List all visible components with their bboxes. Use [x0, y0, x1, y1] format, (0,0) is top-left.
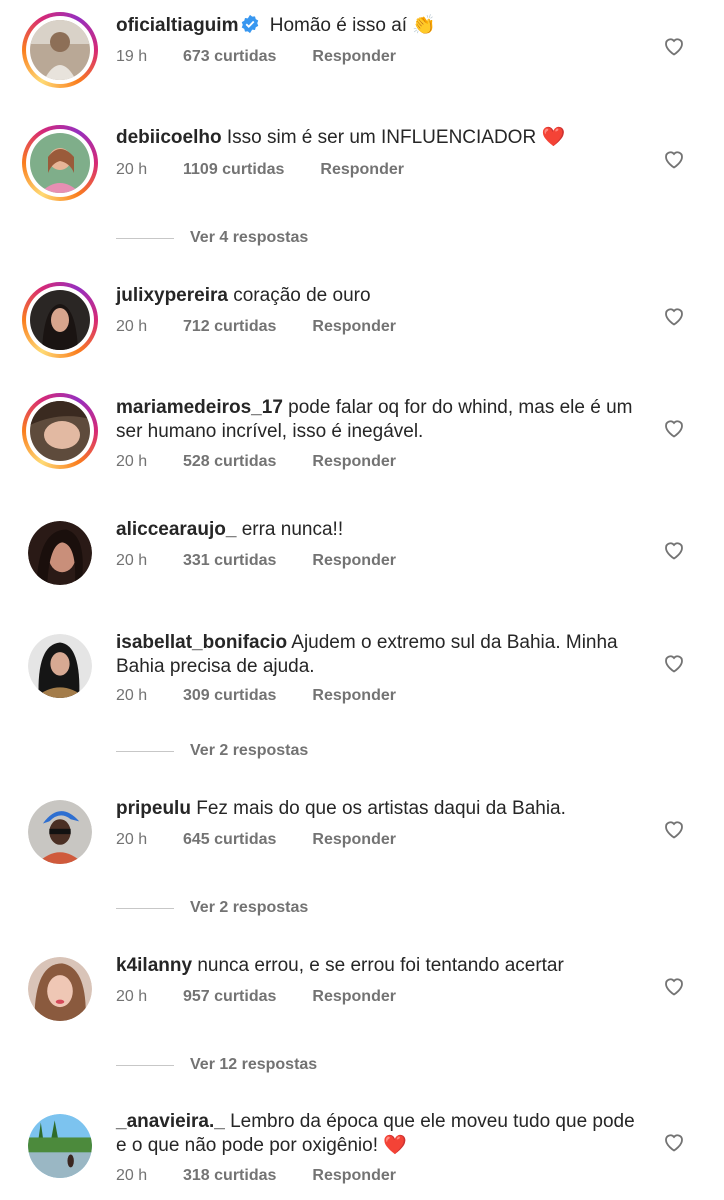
avatar-image: [28, 800, 92, 864]
comment-likes[interactable]: 1109 curtidas: [183, 161, 284, 179]
comment-time: 20 h: [116, 161, 148, 178]
heart-outline-icon[interactable]: [662, 304, 686, 328]
comment-username[interactable]: isabellat_bonifacio: [116, 632, 287, 653]
comment-time: 20 h: [116, 831, 148, 848]
reply-button[interactable]: Responder: [312, 453, 396, 471]
comment-likes[interactable]: 645 curtidas: [183, 831, 276, 849]
avatar[interactable]: [28, 1114, 92, 1178]
comment-time: 20 h: [116, 552, 148, 569]
view-replies-button[interactable]: Ver 12 respostas: [116, 1056, 317, 1074]
comment-likes[interactable]: 528 curtidas: [183, 453, 276, 471]
heart-outline-icon[interactable]: [662, 538, 686, 562]
comment-username[interactable]: k4ilanny: [116, 955, 192, 976]
avatar[interactable]: [28, 634, 92, 698]
comment-likes[interactable]: 957 curtidas: [183, 988, 276, 1006]
comment-username[interactable]: mariamedeiros_17: [116, 397, 283, 418]
reply-button[interactable]: Responder: [312, 552, 396, 570]
comment-username[interactable]: debiicoelho: [116, 127, 222, 148]
replies-divider: [116, 237, 174, 239]
avatar-story-ring[interactable]: [22, 12, 98, 88]
avatar-image: [28, 957, 92, 1021]
avatar-image: [28, 521, 92, 585]
view-replies-label: Ver 2 respostas: [190, 742, 309, 759]
comment-likes[interactable]: 318 curtidas: [183, 1167, 276, 1185]
comment-likes[interactable]: 712 curtidas: [183, 318, 276, 336]
heart-outline-icon[interactable]: [662, 416, 686, 440]
comment-text: Fez mais do que os artistas daqui da Bah…: [196, 798, 566, 819]
heart-outline-icon[interactable]: [662, 817, 686, 841]
comment-time: 20 h: [116, 453, 148, 470]
comment-time: 20 h: [116, 988, 148, 1005]
comment-text: Homão é isso aí 👏: [269, 15, 436, 36]
comment-likes[interactable]: 331 curtidas: [183, 552, 276, 570]
heart-outline-icon[interactable]: [662, 651, 686, 675]
reply-button[interactable]: Responder: [312, 831, 396, 849]
reply-button[interactable]: Responder: [312, 687, 396, 705]
heart-outline-icon[interactable]: [662, 1130, 686, 1154]
reply-button[interactable]: Responder: [312, 48, 396, 66]
view-replies-button[interactable]: Ver 4 respostas: [116, 229, 308, 247]
comment-text: nunca errou, e se errou foi tentando ace…: [197, 955, 564, 976]
comment-time: 20 h: [116, 687, 148, 704]
comment-likes[interactable]: 309 curtidas: [183, 687, 276, 705]
view-replies-label: Ver 12 respostas: [190, 1056, 318, 1073]
replies-divider: [116, 750, 174, 752]
avatar[interactable]: [28, 521, 92, 585]
avatar: [30, 133, 90, 193]
comment-text: erra nunca!!: [241, 519, 344, 540]
comment-time: 19 h: [116, 48, 148, 65]
avatar[interactable]: [28, 957, 92, 1021]
view-replies-button[interactable]: Ver 2 respostas: [116, 742, 308, 760]
replies-divider: [116, 907, 174, 909]
comment-text: coração de ouro: [233, 285, 371, 306]
reply-button[interactable]: Responder: [312, 988, 396, 1006]
avatar-story-ring[interactable]: [22, 282, 98, 358]
avatar-story-ring[interactable]: [22, 393, 98, 469]
avatar-image: [28, 634, 92, 698]
avatar-image: [28, 1114, 92, 1178]
heart-outline-icon[interactable]: [662, 147, 686, 171]
heart-outline-icon[interactable]: [662, 34, 686, 58]
avatar: [30, 20, 90, 80]
view-replies-label: Ver 4 respostas: [190, 229, 309, 246]
avatar: [30, 401, 90, 461]
reply-button[interactable]: Responder: [312, 1167, 396, 1185]
comment-username[interactable]: pripeulu: [116, 798, 191, 819]
replies-divider: [116, 1064, 174, 1066]
reply-button[interactable]: Responder: [312, 318, 396, 336]
comment-username[interactable]: _anavieira._: [116, 1111, 225, 1132]
comment-text: Isso sim é ser um INFLUENCIADOR ❤️: [226, 127, 566, 148]
comment-likes[interactable]: 673 curtidas: [183, 48, 276, 66]
avatar[interactable]: [28, 800, 92, 864]
reply-button[interactable]: Responder: [320, 161, 404, 179]
avatar-story-ring[interactable]: [22, 125, 98, 201]
comment-username[interactable]: julixypereira: [116, 285, 228, 306]
comment-time: 20 h: [116, 318, 148, 335]
heart-outline-icon[interactable]: [662, 974, 686, 998]
avatar: [30, 290, 90, 350]
view-replies-button[interactable]: Ver 2 respostas: [116, 899, 308, 917]
verified-badge-icon: [242, 14, 259, 34]
view-replies-label: Ver 2 respostas: [190, 899, 309, 916]
comment-time: 20 h: [116, 1167, 148, 1184]
comment-username[interactable]: aliccearaujo_: [116, 519, 236, 540]
comment-username[interactable]: oficialtiaguim: [116, 15, 238, 36]
